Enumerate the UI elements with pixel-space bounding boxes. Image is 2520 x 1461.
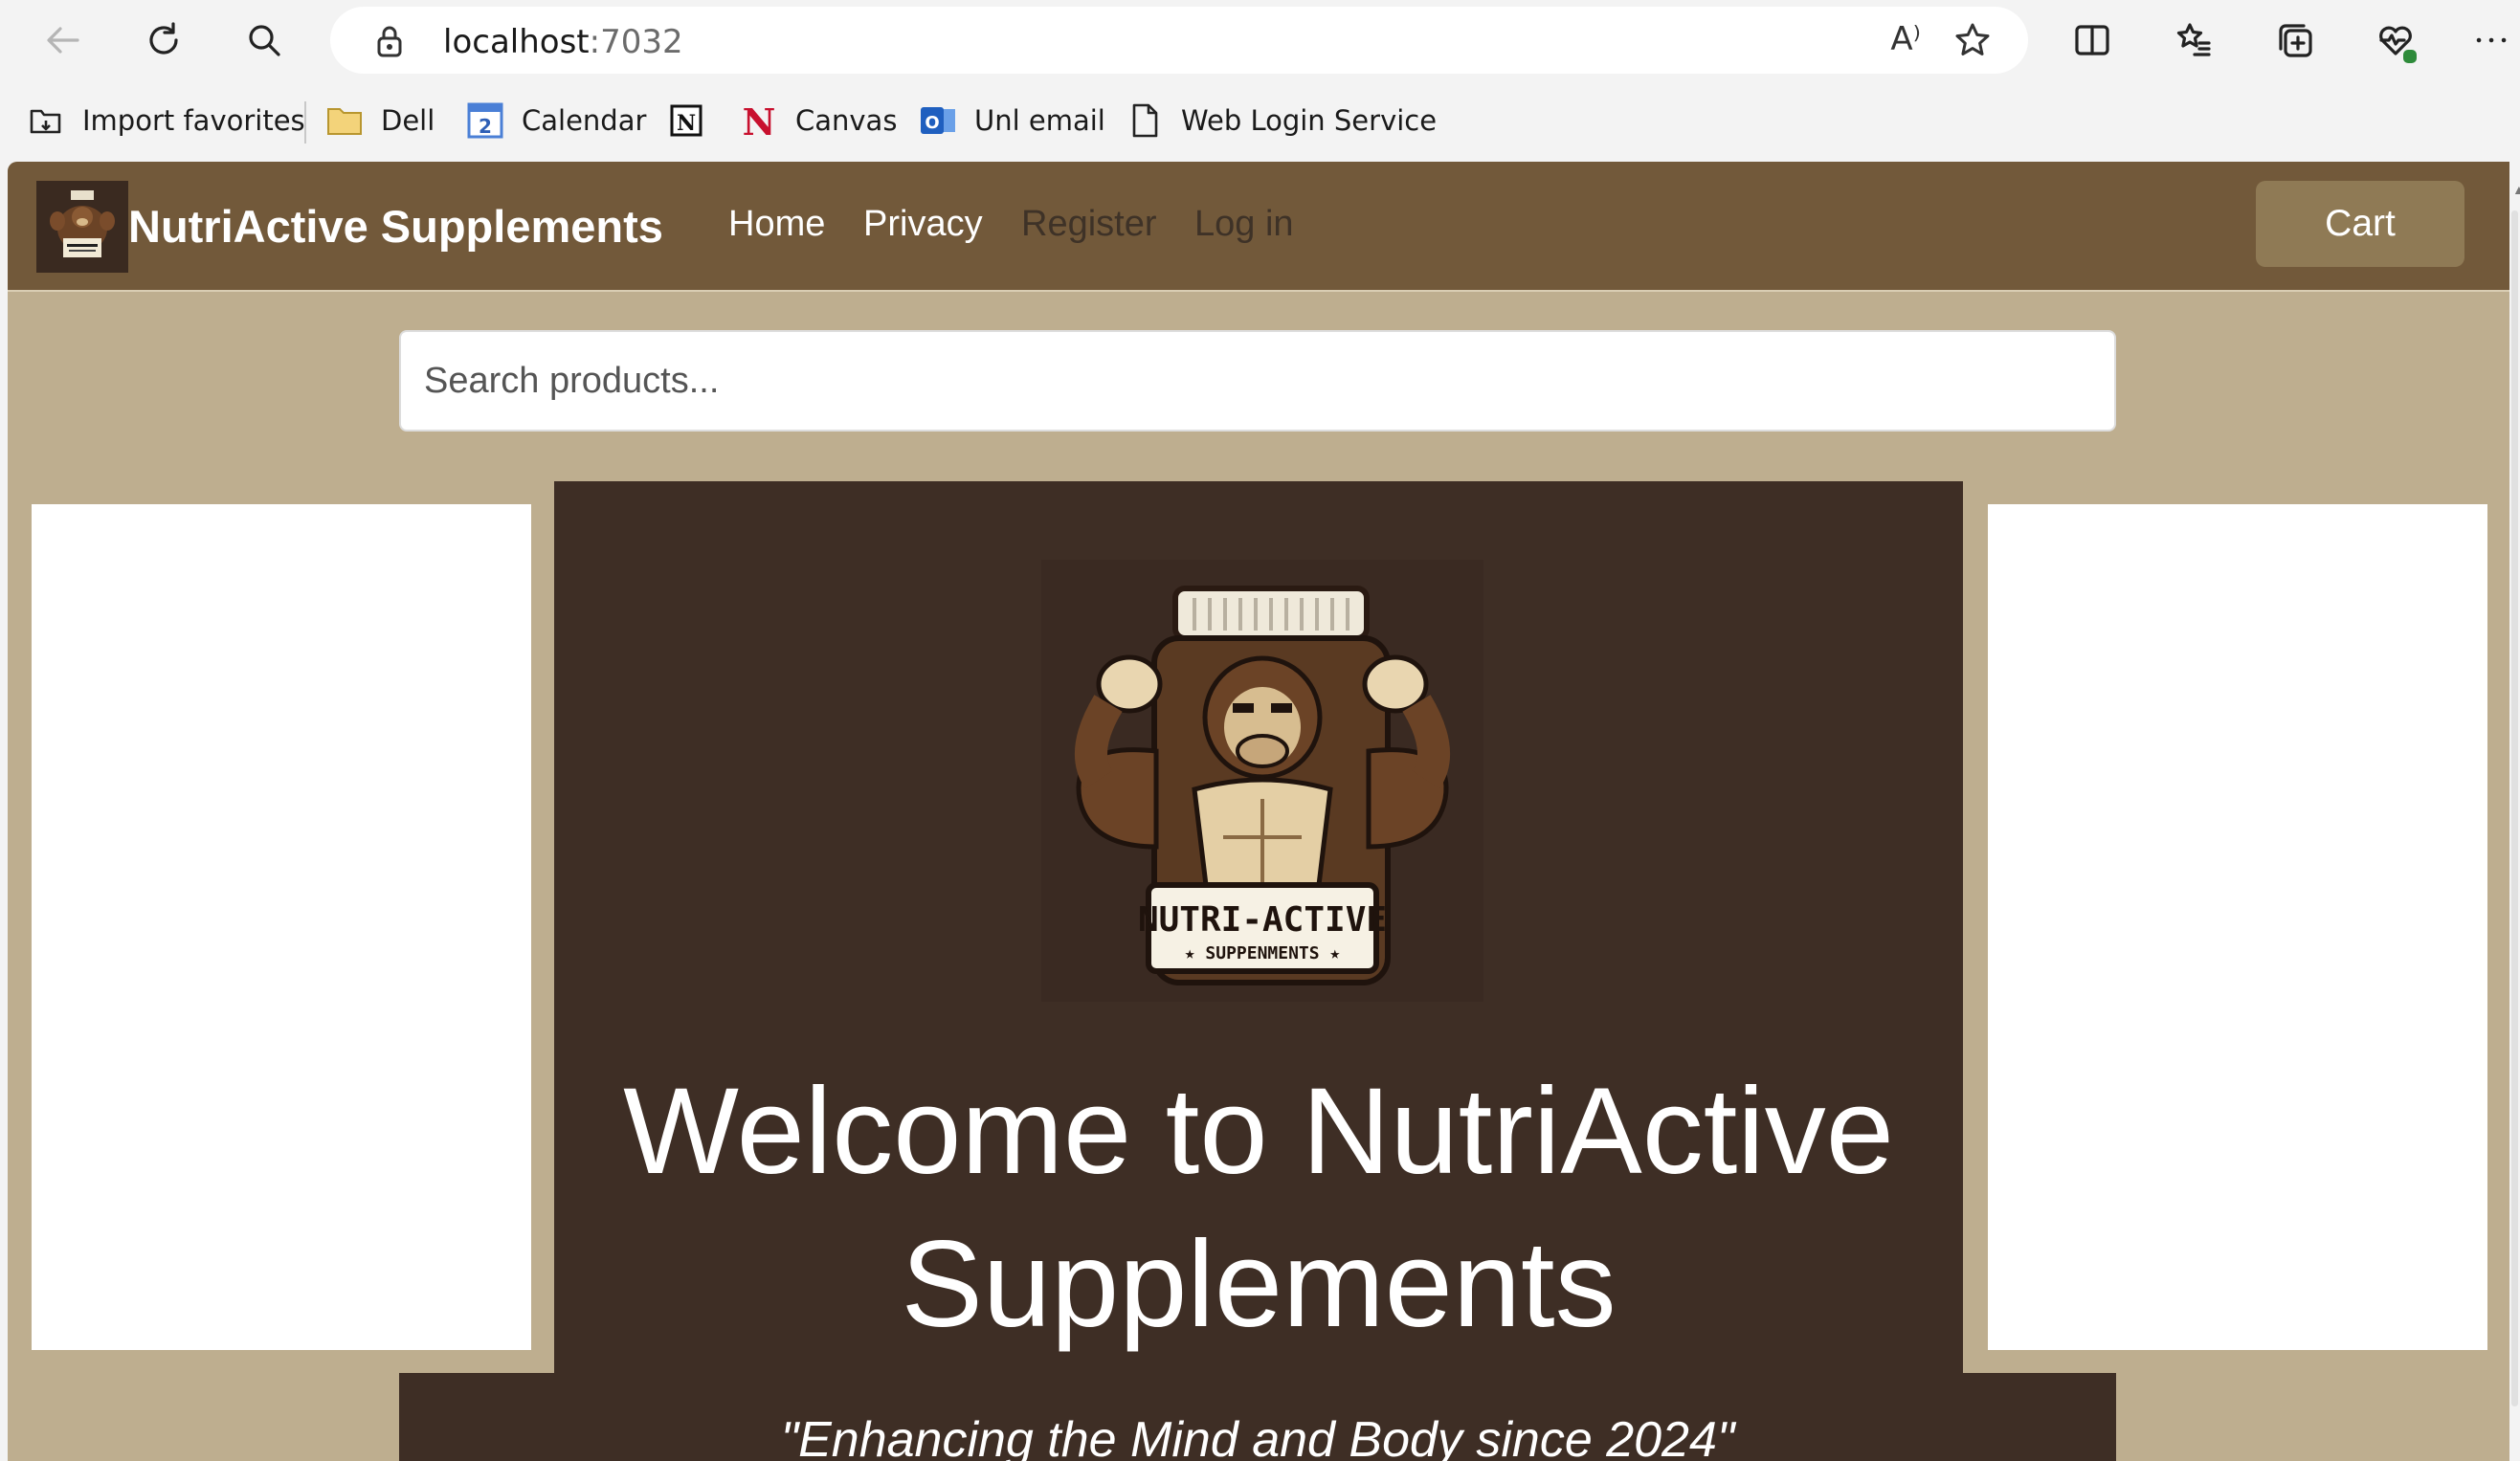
favorite-dell[interactable]: Dell xyxy=(325,100,435,142)
scrollbar-thumb[interactable] xyxy=(2511,210,2518,1406)
star-icon[interactable] xyxy=(1953,21,1992,59)
favorite-import-favorites[interactable]: Import favorites xyxy=(27,100,305,142)
right-side-panel xyxy=(1988,504,2487,1350)
browser-essentials-button[interactable] xyxy=(2369,13,2422,67)
page-icon xyxy=(1126,101,1164,140)
refresh-button[interactable] xyxy=(137,13,190,67)
split-screen-icon xyxy=(2075,25,2109,55)
more-button[interactable] xyxy=(2470,13,2512,67)
nav-login[interactable]: Log in xyxy=(1194,204,1294,245)
svg-text:O: O xyxy=(925,113,939,133)
refresh-icon xyxy=(149,22,178,55)
svg-text:N: N xyxy=(743,101,776,140)
back-button[interactable] xyxy=(36,13,90,67)
favorite-unl-email[interactable]: O Unl email xyxy=(919,100,1105,142)
status-dot xyxy=(2401,48,2419,65)
favorite-web-login-service[interactable]: Web Login Service xyxy=(1126,100,1437,142)
site-navbar: NutriActive Supplements Home Privacy Reg… xyxy=(8,162,2509,292)
brand-logo[interactable] xyxy=(36,181,128,273)
browser-toolbar: localhost:7032 A⁾ xyxy=(0,0,2520,80)
collections-button[interactable] xyxy=(2268,13,2322,67)
brand-name[interactable]: NutriActive Supplements xyxy=(128,200,663,253)
lock-icon xyxy=(377,26,402,57)
arrow-left-icon xyxy=(47,27,79,54)
collections-icon xyxy=(2279,24,2312,57)
outlook-icon: O xyxy=(919,101,957,140)
nav-register[interactable]: Register xyxy=(1021,204,1157,245)
left-side-panel xyxy=(32,504,531,1350)
favorite-notion[interactable]: N xyxy=(667,100,723,142)
address-bar[interactable]: localhost:7032 A⁾ xyxy=(330,7,2028,74)
page-viewport: NutriActive Supplements Home Privacy Reg… xyxy=(8,162,2509,1461)
favorites-list-icon xyxy=(2176,23,2211,56)
favorites-bar: Import favorites Dell 2 Calendar N N Can… xyxy=(0,86,2520,157)
more-icon xyxy=(2476,37,2507,43)
logo-sub-text: ★ SUPPENMENTS ★ xyxy=(1185,943,1341,963)
logo-label-text: NUTRI-ACTIVE xyxy=(1138,900,1387,940)
favorites-button[interactable] xyxy=(2167,13,2220,67)
read-aloud-icon[interactable]: A⁾ xyxy=(1890,20,1921,58)
nav-home[interactable]: Home xyxy=(728,204,825,245)
calendar-icon: 2 xyxy=(466,101,504,140)
scroll-up-arrow[interactable]: ▲ xyxy=(2512,182,2520,197)
nav-privacy[interactable]: Privacy xyxy=(863,204,983,245)
search-icon xyxy=(249,25,280,56)
hero-title: Welcome to NutriActive Supplements xyxy=(623,1063,1894,1353)
tagline-text: "Enhancing the Mind and Body since 2024" xyxy=(780,1412,1735,1461)
folder-icon xyxy=(325,101,364,140)
tagline-section: "Enhancing the Mind and Body since 2024" xyxy=(399,1373,2116,1461)
favorites-separator xyxy=(304,101,306,144)
svg-text:2: 2 xyxy=(479,115,492,138)
search-button[interactable] xyxy=(237,13,291,67)
url-text: localhost:7032 xyxy=(443,23,683,61)
split-screen-button[interactable] xyxy=(2065,13,2119,67)
hero-section: NUTRI-ACTIVE ★ SUPPENMENTS ★ Welcome to … xyxy=(554,481,1963,1461)
search-input[interactable] xyxy=(399,330,2116,432)
import-icon xyxy=(27,101,65,140)
hero-logo-image: NUTRI-ACTIVE ★ SUPPENMENTS ★ xyxy=(1041,560,1483,1002)
canvas-icon: N xyxy=(740,101,778,140)
cart-button[interactable]: Cart xyxy=(2256,181,2464,267)
svg-text:N: N xyxy=(677,111,696,136)
favorite-canvas[interactable]: N Canvas xyxy=(740,100,898,142)
favorite-calendar[interactable]: 2 Calendar xyxy=(466,100,646,142)
notion-icon: N xyxy=(667,101,705,140)
